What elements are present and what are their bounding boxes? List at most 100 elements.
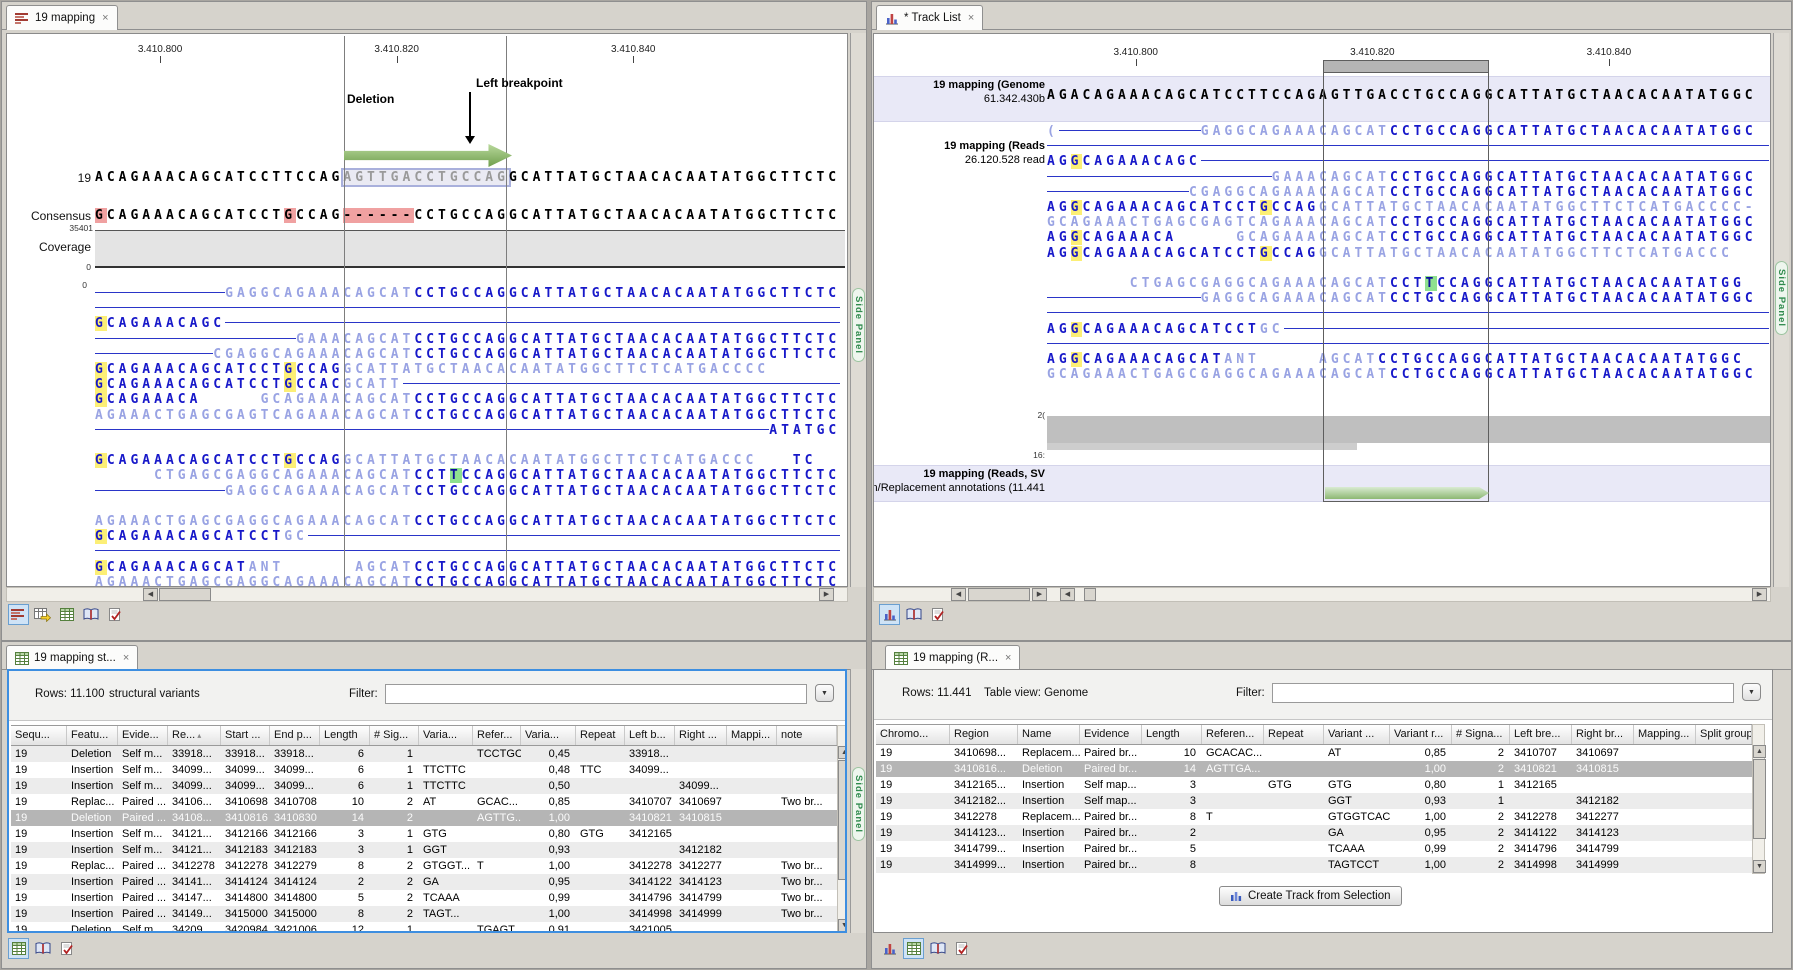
table-row[interactable]: 193412165...InsertionSelf map...3GTGGTG0…	[876, 777, 1752, 793]
column-header[interactable]: Right br...	[1572, 725, 1634, 744]
table-row[interactable]: 193414999...InsertionPaired br...8TAGTCC…	[876, 857, 1752, 873]
track-view-icon[interactable]	[879, 604, 900, 625]
sequence-read[interactable]: AGAAACTGAGCGAGGCAGAAACAGCATCCTGCCAGGCATT…	[95, 514, 840, 529]
column-header[interactable]: Region	[950, 725, 1018, 744]
selection-box[interactable]	[1323, 60, 1489, 502]
table-row[interactable]: 19InsertionSelf m...34121...341216634121…	[11, 826, 837, 842]
scroll-up-button[interactable]: ▲	[1753, 745, 1766, 758]
column-header[interactable]: Evide...	[118, 726, 168, 745]
table-row[interactable]: 19InsertionSelf m...34099...34099...3409…	[11, 778, 837, 794]
table-row[interactable]: 19InsertionSelf m...34121...341218334121…	[11, 842, 837, 858]
column-header[interactable]: Varia...	[521, 726, 576, 745]
book-icon[interactable]	[80, 604, 101, 625]
column-header[interactable]: Repeat	[576, 726, 625, 745]
column-header[interactable]: Chromo...	[876, 725, 950, 744]
book-icon[interactable]	[927, 938, 948, 959]
track-list-view[interactable]: 3.410.8003.410.8203.410.840 19 mapping (…	[873, 33, 1771, 587]
deletion-annotation-arrow[interactable]	[344, 144, 512, 167]
sequence-read[interactable]: AGAAACTGAGCGAGGCAGAAACAGCATCCTGCCAGGCATT…	[95, 575, 840, 587]
scroll-up-button[interactable]: ▲	[838, 746, 847, 759]
column-header[interactable]: Left b...	[625, 726, 675, 745]
sv-track-title[interactable]: 19 mapping (Reads, SV	[873, 468, 1045, 480]
column-header[interactable]: Mappi...	[727, 726, 777, 745]
column-header[interactable]: Referen...	[1202, 725, 1264, 744]
table-row[interactable]: 193412182...InsertionSelf map...3GGT0,93…	[876, 793, 1752, 809]
side-panel-handle[interactable]: Side Panel	[852, 288, 865, 362]
scroll-thumb[interactable]	[159, 588, 211, 601]
column-header[interactable]: Mapping...	[1634, 725, 1696, 744]
column-header[interactable]: Varia...	[419, 726, 473, 745]
table-row[interactable]: 19InsertionPaired ...34141...34141243414…	[11, 874, 837, 890]
scroll-thumb[interactable]	[1753, 759, 1766, 839]
track-view-icon[interactable]	[879, 938, 900, 959]
tab-19-mapping[interactable]: 19 mapping ×	[6, 5, 118, 30]
notes-check-icon[interactable]	[104, 604, 125, 625]
side-panel-handle[interactable]: Side Panel	[1775, 261, 1788, 335]
create-track-from-selection-button[interactable]: Create Track from Selection	[1219, 886, 1402, 906]
scroll-left-button-2[interactable]: ◀	[1060, 588, 1075, 601]
sequence-read[interactable]: GCAGAAACAGCATCCTGCCAGGCATTATGCTAACACAATA…	[95, 362, 769, 377]
column-header[interactable]: Variant r...	[1390, 725, 1452, 744]
table-row[interactable]: 193414123...InsertionPaired br...2GA0,95…	[876, 825, 1752, 841]
sequence-read[interactable]	[95, 544, 840, 559]
sequence-read[interactable]: GCAGAAACAGCATCCTGCCAGGCATTATGCTAACACAATA…	[95, 453, 816, 468]
scroll-right-button[interactable]: ▶	[1032, 588, 1047, 601]
variant-table-view[interactable]: Rows: 11.441 Table view: Genome Filter: …	[873, 669, 1773, 933]
column-header[interactable]: Repeat	[1264, 725, 1324, 744]
table-row[interactable]: 19DeletionSelf m...33918...33918...33918…	[11, 746, 837, 762]
tab-19-mapping-st[interactable]: 19 mapping st... ×	[6, 645, 138, 670]
close-icon[interactable]: ×	[1005, 652, 1011, 664]
column-header[interactable]: # Signa...	[1452, 725, 1510, 744]
sv-deletion-annotation[interactable]	[1325, 487, 1489, 499]
filter-input[interactable]	[385, 684, 807, 704]
coverage-graph[interactable]	[95, 230, 845, 268]
scroll-right-button[interactable]: ▶	[819, 588, 834, 601]
sequence-read[interactable]: GAGGCAGAAACAGCATCCTGCCAGGCATTATGCTAACACA…	[95, 286, 840, 301]
reference-sequence[interactable]: ACAGAAACAGCATCCTTCCAGAGTTGACCTGCCAGGCATT…	[95, 170, 840, 185]
column-header[interactable]: Sequ...	[11, 726, 67, 745]
column-header[interactable]: Start ...	[221, 726, 270, 745]
scroll-right-button-2[interactable]: ▶	[1752, 588, 1767, 601]
scroll-thumb-2[interactable]	[1084, 588, 1096, 601]
sequence-read[interactable]	[95, 301, 840, 316]
column-header[interactable]: Left bre...	[1510, 725, 1572, 744]
sequence-read[interactable]: AGAAACTGAGCGAGTCAGAAACAGCATCCTGCCAGGCATT…	[95, 408, 840, 423]
column-header[interactable]: Evidence	[1080, 725, 1142, 744]
notes-check-icon[interactable]	[56, 938, 77, 959]
scroll-down-button[interactable]: ▼	[838, 919, 847, 932]
mapping-view[interactable]: 3.410.8003.410.8203.410.840 ACAGAAACAGCA…	[6, 33, 848, 587]
column-header[interactable]: Right ...	[675, 726, 727, 745]
selection-box-handle[interactable]	[1323, 60, 1489, 73]
table-row[interactable]: 19Replac...Paired ...34106...34106983410…	[11, 794, 837, 810]
scroll-left-button[interactable]: ◀	[143, 588, 158, 601]
column-header[interactable]: note	[777, 726, 837, 745]
mapping-hscrollbar[interactable]: ◀ ▶	[6, 587, 848, 602]
book-icon[interactable]	[32, 938, 53, 959]
filter-options-button[interactable]: ▼	[815, 684, 834, 702]
sequence-read[interactable]: GAGGCAGAAACAGCATCCTGCCAGGCATTATGCTAACACA…	[95, 484, 840, 499]
genome-track-title[interactable]: 19 mapping (Genome	[873, 79, 1045, 91]
table-row[interactable]: 19InsertionPaired ...34149...34150003415…	[11, 906, 837, 922]
column-header[interactable]: Re...▴	[168, 726, 221, 745]
tab-track-list[interactable]: * Track List ×	[876, 5, 983, 30]
table-row[interactable]: 19InsertionSelf m...34099...34099...3409…	[11, 762, 837, 778]
notes-check-icon[interactable]	[951, 938, 972, 959]
sv-table-view[interactable]: Rows: 11.100 structural variants Filter:…	[7, 669, 847, 933]
sequence-read[interactable]: CGAGGCAGAAACAGCATCCTGCCAGGCATTATGCTAACAC…	[95, 347, 840, 362]
sequence-read[interactable]: GCAGAAACAGCATANTAGCATCCTGCCAGGCATTATGCTA…	[95, 560, 840, 575]
column-header[interactable]: Length	[1142, 725, 1202, 744]
scroll-thumb[interactable]	[968, 588, 1030, 601]
close-icon[interactable]: ×	[968, 12, 974, 24]
sv-table-vscrollbar[interactable]: ▲ ▼	[837, 725, 847, 933]
table-view-icon[interactable]	[903, 938, 924, 959]
reads-view-icon[interactable]	[8, 604, 29, 625]
variant-table-vscrollbar[interactable]: ▲ ▼	[1752, 724, 1765, 874]
scroll-left-button[interactable]: ◀	[951, 588, 966, 601]
consensus-sequence[interactable]: GCAGAAACAGCATCCTGCCAG------CCTGCCAGGCATT…	[95, 208, 840, 223]
column-header[interactable]: Length	[320, 726, 370, 745]
filter-input[interactable]	[1272, 683, 1734, 703]
sequence-read[interactable]: GCAGAAACAGCATCCTGCCACGCATT	[95, 377, 840, 392]
column-header[interactable]: Split group	[1696, 725, 1752, 744]
tab-19-mapping-r[interactable]: 19 mapping (R... ×	[885, 645, 1020, 670]
sequence-read[interactable]: GCAGAAACAGCATCCTGC	[95, 529, 840, 544]
